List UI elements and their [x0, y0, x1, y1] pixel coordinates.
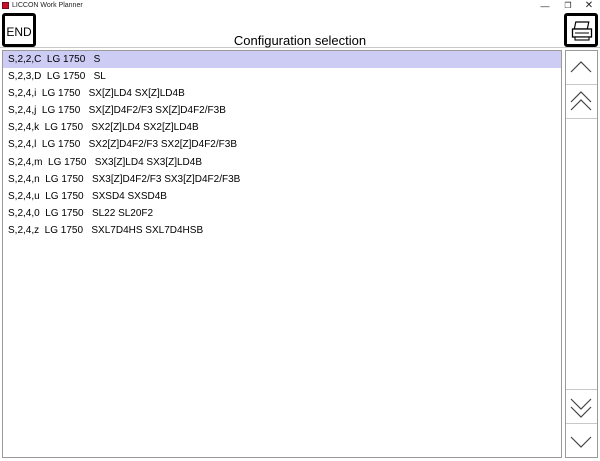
- configuration-row[interactable]: S,2,2,C LG 1750 S: [3, 51, 561, 69]
- configuration-row[interactable]: S,2,4,z LG 1750 SXL7D4HS SXL7D4HSB: [3, 222, 561, 239]
- configuration-row[interactable]: S,2,4,i LG 1750 SX[Z]LD4 SX[Z]LD4B: [3, 85, 561, 102]
- minimize-button[interactable]: —: [534, 0, 556, 12]
- scroll-up-icon: [570, 61, 592, 73]
- page-up-icon: [570, 91, 592, 111]
- page-title: Configuration selection: [233, 33, 367, 48]
- configuration-row[interactable]: S,2,4,u LG 1750 SXSD4 SXSD4B: [3, 188, 561, 205]
- page-up-button[interactable]: [566, 85, 597, 119]
- scroll-down-icon: [570, 436, 592, 448]
- app-logo-icon: [2, 2, 9, 9]
- close-button[interactable]: ✕: [578, 0, 600, 12]
- window-titlebar: LICCON Work Planner — ❐ ✕: [0, 0, 600, 12]
- configuration-row[interactable]: S,2,4,m LG 1750 SX3[Z]LD4 SX3[Z]LD4B: [3, 154, 561, 171]
- configuration-row[interactable]: S,2,4,n LG 1750 SX3[Z]D4F2/F3 SX3[Z]D4F2…: [3, 171, 561, 188]
- page-down-icon: [570, 398, 592, 418]
- printer-icon: [571, 21, 593, 41]
- configuration-row[interactable]: S,2,4,l LG 1750 SX2[Z]D4F2/F3 SX2[Z]D4F2…: [3, 136, 561, 153]
- end-button[interactable]: END: [2, 13, 36, 47]
- configuration-row[interactable]: S,2,4,0 LG 1750 SL22 SL20F2: [3, 205, 561, 222]
- configuration-row[interactable]: S,2,4,j LG 1750 SX[Z]D4F2/F3 SX[Z]D4F2/F…: [3, 102, 561, 119]
- scroll-up-button[interactable]: [566, 51, 597, 85]
- configuration-row[interactable]: S,2,4,k LG 1750 SX2[Z]LD4 SX2[Z]LD4B: [3, 119, 561, 136]
- restore-button[interactable]: ❐: [557, 0, 579, 12]
- configuration-list[interactable]: S,2,2,C LG 1750 S S,2,3,D LG 1750 SL S,2,4…: [2, 50, 562, 458]
- page-down-button[interactable]: [566, 389, 597, 423]
- scroll-down-button[interactable]: [566, 423, 597, 457]
- configuration-row[interactable]: S,2,3,D LG 1750 SL: [3, 68, 561, 85]
- scroll-controls: [565, 50, 598, 458]
- print-button[interactable]: [564, 13, 598, 47]
- window-title: LICCON Work Planner: [12, 2, 83, 9]
